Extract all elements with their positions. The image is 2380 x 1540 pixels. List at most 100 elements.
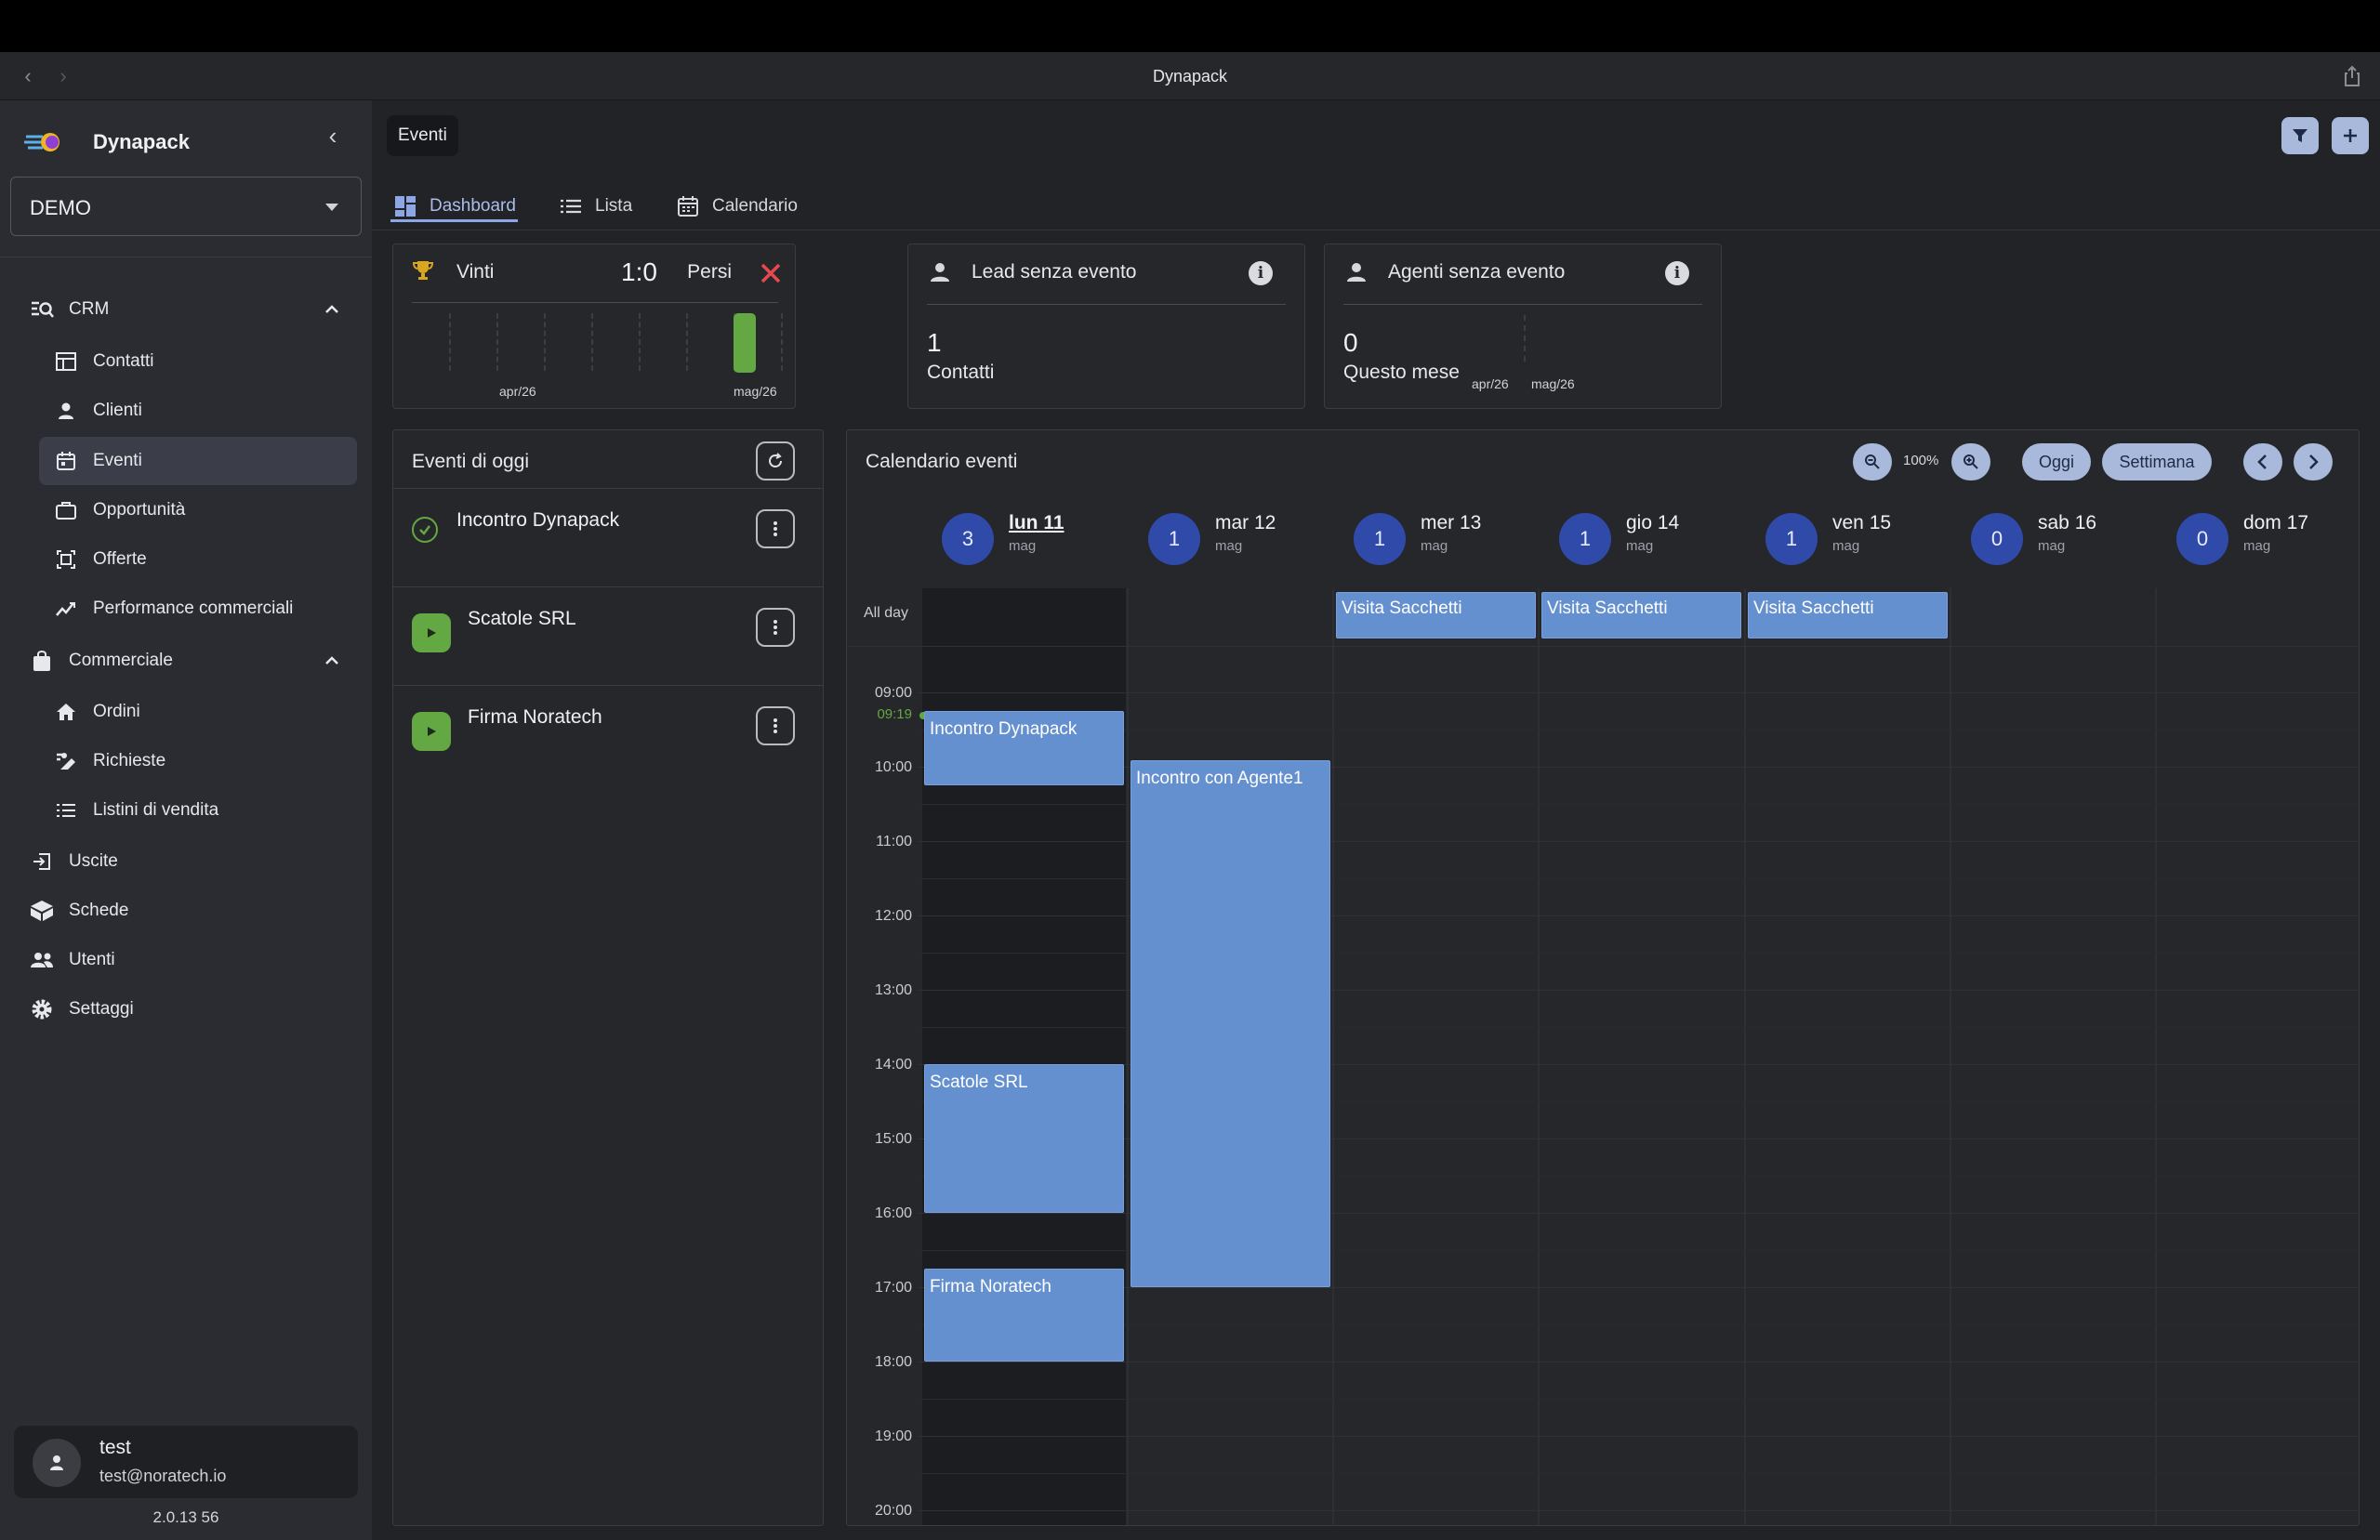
main-content: Eventi Dashboard Lista Calendario Vinti … <box>372 100 2380 1540</box>
day-month: mag <box>1421 538 1448 554</box>
sidebar-item-label: Schede <box>69 901 129 920</box>
user-card[interactable]: test test@noratech.io <box>14 1426 358 1498</box>
share-icon[interactable] <box>2339 63 2365 89</box>
event-name: Firma Noratech <box>468 706 602 728</box>
list-item[interactable]: Incontro Dynapack <box>393 488 823 586</box>
chart-line-icon <box>52 595 80 623</box>
calendar-event[interactable]: Scatole SRL <box>924 1064 1124 1213</box>
sidebar-item-listini[interactable]: Listini di vendita <box>52 789 218 832</box>
play-icon[interactable] <box>412 613 451 652</box>
person-icon <box>52 397 80 425</box>
sidebar-item-ordini[interactable]: Ordini <box>52 691 140 733</box>
dashboard-icon <box>394 195 416 217</box>
day-count-badge[interactable]: 1 <box>1354 513 1406 565</box>
tab-calendario[interactable]: Calendario <box>677 188 798 225</box>
sidebar-item-richieste[interactable]: Richieste <box>52 740 165 783</box>
day-name[interactable]: ven 15 <box>1832 512 1891 534</box>
calendar-event[interactable]: Firma Noratech <box>924 1269 1124 1362</box>
brand: Dynapack <box>22 119 190 165</box>
more-button[interactable] <box>756 706 795 745</box>
list-item[interactable]: Scatole SRL <box>393 586 823 685</box>
sidebar-item-performance[interactable]: Performance commerciali <box>52 587 293 630</box>
table-icon <box>52 348 80 375</box>
day-count-badge[interactable]: 0 <box>1971 513 2023 565</box>
calendar-panel: Calendario eventi 100% Oggi Settimana Al… <box>846 429 2360 1526</box>
gridline <box>1524 315 1526 362</box>
day-name[interactable]: mer 13 <box>1421 512 1481 534</box>
window-titlebar: ‹ › Dynapack <box>0 52 2380 100</box>
day-name[interactable]: gio 14 <box>1626 512 1679 534</box>
gridline <box>918 1473 2359 1474</box>
calendar-event[interactable]: Visita Sacchetti <box>1748 592 1948 638</box>
sidebar-item-label: Clienti <box>93 401 142 420</box>
dynapack-logo <box>22 124 67 161</box>
divider <box>412 302 778 303</box>
sidebar-item-utenti[interactable]: Utenti <box>28 939 115 981</box>
gridline <box>544 313 546 371</box>
list-item[interactable]: Firma Noratech <box>393 685 823 783</box>
sidebar-item-crm[interactable]: CRM <box>28 288 338 331</box>
gridline <box>918 730 2359 731</box>
active-tab-indicator <box>390 219 518 222</box>
sidebar-item-uscite[interactable]: Uscite <box>28 840 118 883</box>
day-count-badge[interactable]: 1 <box>1148 513 1200 565</box>
day-count-badge[interactable]: 3 <box>942 513 994 565</box>
calendar-event[interactable]: Incontro Dynapack <box>924 711 1124 785</box>
sidebar-item-settaggi[interactable]: Settaggi <box>28 988 134 1031</box>
home-icon <box>52 698 80 726</box>
calendar-event[interactable]: Visita Sacchetti <box>1541 592 1741 638</box>
sidebar-item-label: Commerciale <box>69 651 173 670</box>
sidebar-item-opportunita[interactable]: Opportunità <box>52 489 185 532</box>
user-email: test@noratech.io <box>99 1467 227 1485</box>
time-label: 12:00 <box>874 908 912 924</box>
lead-card: Lead senza evento i 1 Contatti <box>907 244 1305 409</box>
gridline <box>918 1399 2359 1400</box>
crm-search-icon <box>28 296 56 323</box>
sidebar-item-schede[interactable]: Schede <box>28 889 128 932</box>
day-count-badge[interactable]: 0 <box>2176 513 2228 565</box>
day-name[interactable]: dom 17 <box>2243 512 2308 534</box>
sidebar-item-contatti[interactable]: Contatti <box>52 340 153 383</box>
sidebar-item-label: Performance commerciali <box>93 599 294 618</box>
sidebar-item-label: Settaggi <box>69 999 134 1019</box>
add-button[interactable] <box>2332 117 2369 154</box>
won-label: Vinti <box>456 261 495 283</box>
now-label: 09:19 <box>877 706 912 723</box>
sidebar-item-label: CRM <box>69 299 110 319</box>
sidebar-item-clienti[interactable]: Clienti <box>52 389 142 432</box>
x-label: apr/26 <box>1472 376 1509 391</box>
collapse-sidebar-icon[interactable]: ‹ <box>316 119 350 152</box>
page-title: Eventi <box>387 115 458 156</box>
info-icon[interactable]: i <box>1249 261 1273 285</box>
sidebar-item-eventi[interactable]: Eventi <box>52 440 142 482</box>
day-name[interactable]: mar 12 <box>1215 512 1276 534</box>
more-vert-icon <box>774 718 777 733</box>
play-icon[interactable] <box>412 712 451 751</box>
more-vert-icon <box>774 620 777 635</box>
refresh-button[interactable] <box>756 441 795 480</box>
briefcase-icon <box>52 496 80 524</box>
offer-icon <box>52 546 80 573</box>
day-month: mag <box>1009 538 1037 554</box>
info-icon[interactable]: i <box>1665 261 1689 285</box>
calendar-event[interactable]: Incontro con Agente1 <box>1130 760 1330 1287</box>
sidebar-item-offerte[interactable]: Offerte <box>52 538 147 581</box>
day-name[interactable]: sab 16 <box>2038 512 2096 534</box>
more-button[interactable] <box>756 608 795 647</box>
gridline <box>496 313 498 371</box>
more-button[interactable] <box>756 509 795 548</box>
day-count-badge[interactable]: 1 <box>1559 513 1611 565</box>
sidebar-item-label: Eventi <box>93 451 142 470</box>
day-name[interactable]: lun 11 <box>1009 512 1064 534</box>
calendar-event[interactable]: Visita Sacchetti <box>1336 592 1536 638</box>
bag-icon <box>28 647 56 675</box>
tab-lista[interactable]: Lista <box>560 188 632 225</box>
org-select[interactable]: DEMO <box>10 177 362 236</box>
x-label: apr/26 <box>499 384 536 399</box>
filter-button[interactable] <box>2281 117 2319 154</box>
sidebar-item-commerciale[interactable]: Commerciale <box>28 639 338 682</box>
day-count-badge[interactable]: 1 <box>1765 513 1818 565</box>
time-label: 13:00 <box>874 982 912 998</box>
x-label: mag/26 <box>1531 376 1575 391</box>
sidebar-item-label: Listini di vendita <box>93 800 219 820</box>
